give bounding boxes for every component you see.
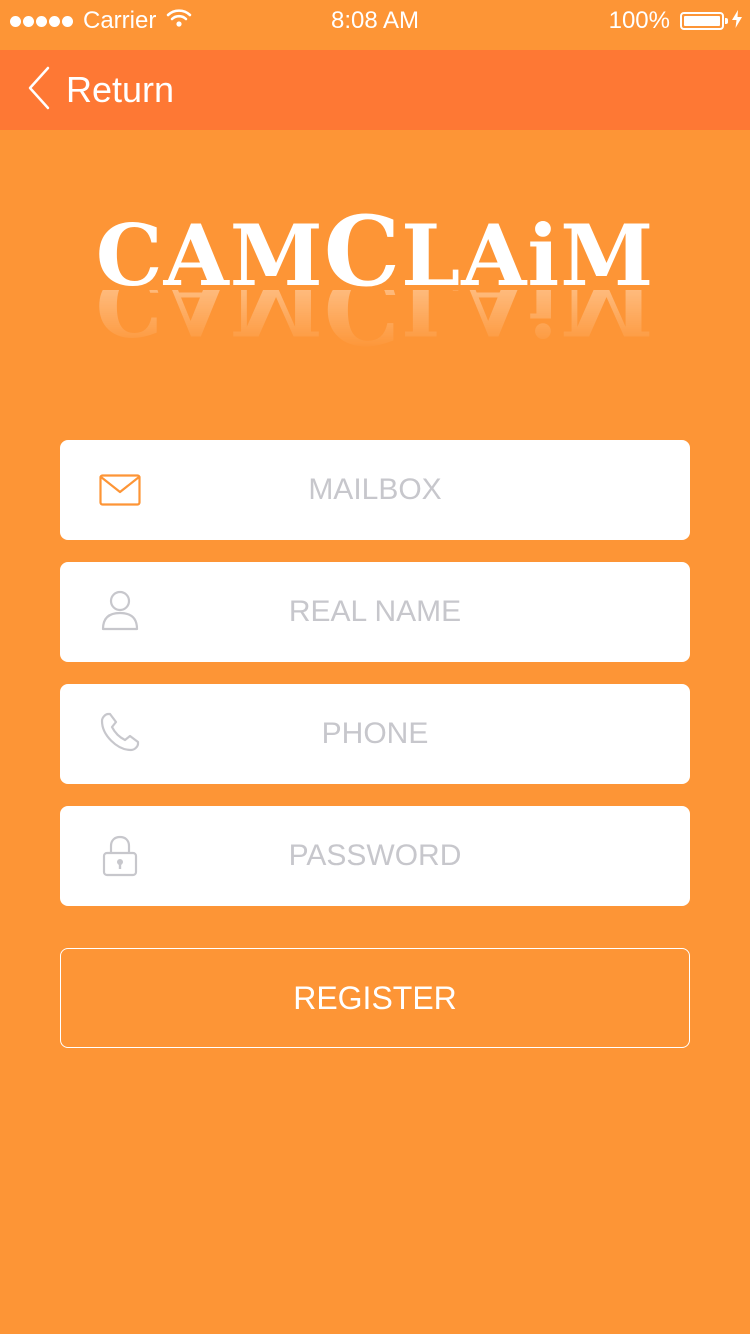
app-logo: CAMCLAiM CAMCLAiM (0, 195, 750, 351)
status-right: 100% (609, 7, 742, 35)
chevron-left-icon (26, 66, 52, 115)
mailbox-input[interactable] (60, 440, 690, 540)
logo-reflection: CAMCLAiM (95, 290, 655, 350)
phone-input[interactable] (60, 684, 690, 784)
password-field (60, 806, 690, 906)
charging-icon (732, 7, 742, 35)
mailbox-field (60, 440, 690, 540)
phone-field (60, 684, 690, 784)
realname-field (60, 562, 690, 662)
logo-text: CAMCLAiM (95, 195, 655, 308)
nav-bar: Return (0, 50, 750, 130)
realname-input[interactable] (60, 562, 690, 662)
battery-percent: 100% (608, 7, 670, 34)
register-button[interactable]: REGISTER (60, 948, 690, 1048)
back-button[interactable]: Return (26, 50, 174, 130)
status-bar: Carrier 8:08 AM 100% (0, 0, 750, 40)
back-label: Return (66, 69, 175, 110)
password-input[interactable] (60, 806, 690, 906)
battery-icon (680, 12, 728, 30)
